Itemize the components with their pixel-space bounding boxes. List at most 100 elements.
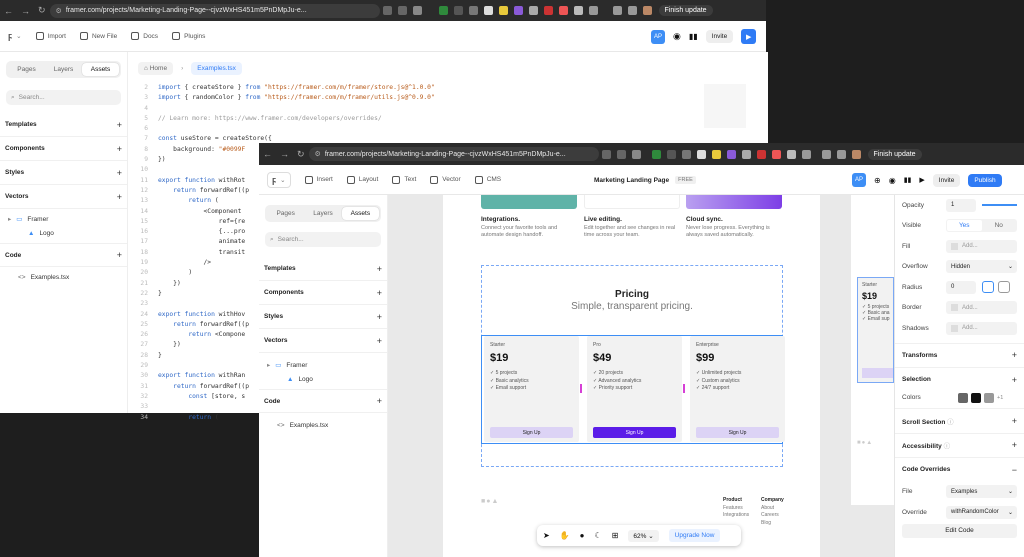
feature-cloud-sync[interactable]: Cloud sync. Never lose progress. Everyth… [686, 216, 782, 238]
cast-icon[interactable] [382, 6, 392, 15]
grid-icon[interactable]: ⊞ [612, 531, 619, 540]
plus-icon[interactable]: + [1012, 440, 1017, 450]
profile-icon[interactable] [851, 149, 861, 159]
play-icon[interactable]: ▶ [741, 29, 757, 44]
extension-icon-10[interactable] [786, 149, 796, 159]
plus-icon[interactable]: + [377, 336, 382, 346]
extension-icon-4[interactable] [696, 149, 706, 159]
pointer-icon[interactable]: ➤ [543, 531, 550, 540]
tab-layers[interactable]: Layers [45, 63, 82, 76]
plus-icon[interactable]: + [1012, 350, 1017, 360]
tab-layers[interactable]: Layers [304, 207, 341, 220]
feature-live-editing[interactable]: Live editing. Edit together and see chan… [584, 216, 680, 238]
back-url-bar[interactable]: ⚙ framer.com/projects/Marketing-Landing-… [49, 3, 380, 18]
edit-code-button[interactable]: Edit Code [902, 523, 1017, 538]
extension-icon-2[interactable] [453, 6, 463, 15]
signup-button[interactable] [862, 368, 893, 378]
tab-pages[interactable]: Pages [8, 63, 45, 76]
radius-individual-icon[interactable] [998, 281, 1010, 294]
code-line[interactable]: 3 import { randomColor } from "https://fr… [128, 94, 768, 104]
forward-arrow-icon[interactable]: → [21, 6, 30, 16]
pricing-card-pro[interactable]: Pro $49 ✓ 20 projects ✓ Advanced analyti… [587, 336, 682, 442]
text-button[interactable]: Text [392, 175, 416, 184]
star-icon[interactable] [412, 6, 422, 15]
plugins-button[interactable]: Plugins [172, 32, 205, 40]
share-icon[interactable] [616, 149, 626, 159]
info-icon[interactable]: ⓘ [944, 443, 951, 450]
back-finish-update-button[interactable]: Finish update [658, 5, 713, 16]
overflow-select[interactable]: Hidden ⌄ [946, 260, 1017, 274]
override-select[interactable]: withRandomColor ⌄ [946, 505, 1017, 519]
section-vectors[interactable]: Vectors + [259, 329, 387, 353]
footer-link[interactable]: Integrations [723, 512, 749, 520]
extension-icon-6[interactable] [726, 149, 736, 159]
radius-all-icon[interactable] [982, 281, 994, 294]
theme-icon[interactable]: ◉ [673, 31, 681, 42]
extension-icon-3[interactable] [468, 6, 478, 15]
avatar[interactable]: AP [852, 173, 866, 187]
code-line[interactable]: 6 [128, 125, 768, 135]
analytics-icon[interactable]: ▮▮ [689, 32, 698, 41]
project-title[interactable]: Marketing Landing Page FREE [594, 176, 696, 184]
section-templates[interactable]: Templates + [259, 257, 387, 281]
docs-button[interactable]: Docs [131, 32, 158, 40]
color-swatch[interactable] [958, 392, 968, 403]
info-icon[interactable]: ⓘ [947, 419, 954, 426]
extension-icon-8[interactable] [543, 6, 553, 15]
footer-link[interactable]: Careers [761, 512, 784, 520]
front-search-input[interactable]: ⌕ Search... [265, 232, 381, 247]
footer-link[interactable]: About [761, 505, 784, 513]
breadcrumb-file[interactable]: Examples.tsx [191, 61, 242, 75]
code-overrides-header[interactable]: Code Overrides − [895, 457, 1024, 482]
upgrade-now-button[interactable]: Upgrade Now [668, 529, 721, 542]
opacity-slider[interactable] [982, 204, 1017, 207]
insert-button[interactable]: Insert [304, 175, 333, 184]
fill-input[interactable]: Add... [946, 239, 1017, 253]
star-icon[interactable] [631, 149, 641, 159]
tree-item-framer[interactable]: ▸ ▭ Framer [259, 358, 387, 372]
code-file-item[interactable]: <> Examples.tsx [0, 270, 127, 284]
front-invite-button[interactable]: Invite [932, 173, 961, 187]
section-code[interactable]: Code + [259, 389, 387, 413]
extension-icon-9[interactable] [771, 149, 781, 159]
signup-button[interactable]: Sign Up [490, 427, 573, 438]
plus-icon[interactable]: + [117, 168, 122, 178]
layout-button[interactable]: Layout [346, 175, 378, 184]
tree-item-logo[interactable]: ▲ Logo [0, 226, 127, 240]
pricing-card-starter[interactable]: Starter $19 ✓ 5 projects ✓ Basic analyti… [484, 336, 579, 442]
tab-assets[interactable]: Assets [341, 207, 379, 220]
download-icon[interactable] [821, 149, 831, 159]
border-input[interactable]: Add... [946, 301, 1017, 315]
plus-icon[interactable]: + [1012, 375, 1017, 385]
forward-arrow-icon[interactable]: → [280, 149, 289, 159]
scroll-section-header[interactable]: Scroll Section ⓘ + [895, 408, 1024, 433]
front-finish-update-button[interactable]: Finish update [867, 148, 922, 160]
profile-icon[interactable] [642, 6, 652, 15]
plus-icon[interactable]: + [117, 250, 122, 260]
radius-input[interactable]: 0 [946, 280, 976, 294]
cms-button[interactable]: CMS [474, 175, 501, 184]
minus-icon[interactable]: − [1012, 465, 1017, 475]
footer-link[interactable]: Blog [761, 520, 784, 528]
front-url-bar[interactable]: ⚙ framer.com/projects/Marketing-Landing-… [308, 147, 599, 161]
color-swatch[interactable] [984, 392, 994, 403]
breakpoint-preview[interactable]: Starter $19 ✓ 5 projects ✓ Basic ana ✓ E… [851, 195, 894, 505]
tab-pages[interactable]: Pages [267, 207, 304, 220]
design-canvas[interactable]: Integrations. Connect your favorite tool… [388, 195, 894, 557]
framer-menu-button[interactable]: ϝ ⌄ [8, 31, 22, 41]
section-styles[interactable]: Styles + [259, 305, 387, 329]
extension-icon-9[interactable] [558, 6, 568, 15]
tree-item-logo[interactable]: ▲ Logo [259, 372, 387, 386]
section-styles[interactable]: Styles + [0, 161, 127, 185]
puzzle-icon[interactable] [627, 6, 637, 15]
code-line[interactable]: 2 import { createStore } from "https://fr… [128, 84, 768, 94]
play-icon[interactable]: ▶ [919, 176, 924, 184]
section-vectors[interactable]: Vectors + [0, 185, 127, 209]
opacity-input[interactable]: 1 [946, 198, 976, 212]
signup-button[interactable]: Sign Up [696, 427, 779, 438]
color-swatch[interactable] [971, 392, 981, 403]
section-components[interactable]: Components + [0, 137, 127, 161]
back-arrow-icon[interactable]: ← [263, 149, 272, 159]
new-file-button[interactable]: New File [79, 32, 117, 40]
plus-icon[interactable]: + [377, 396, 382, 406]
